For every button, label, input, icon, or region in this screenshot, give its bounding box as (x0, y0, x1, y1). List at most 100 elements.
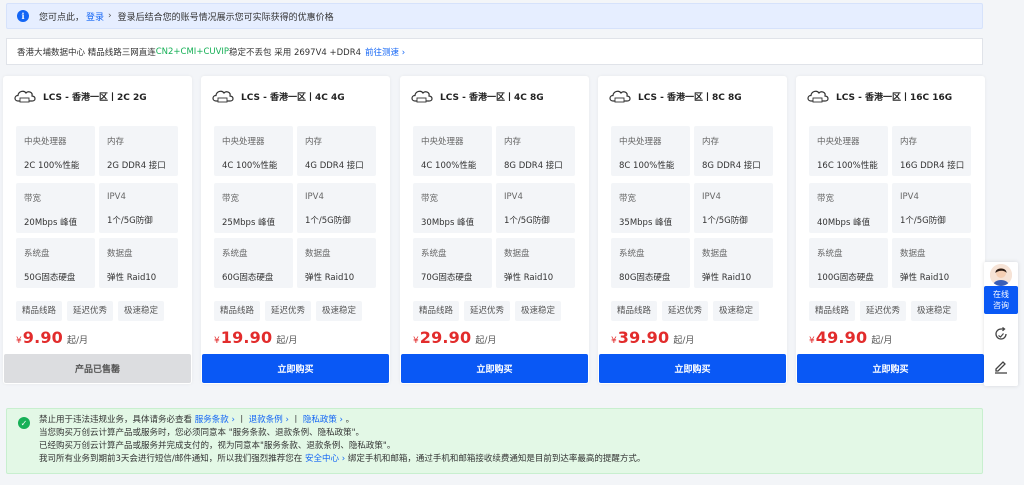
buy-now-button[interactable]: 立即购买 (797, 354, 984, 383)
card-header: LCS - 香港一区丨2C 2G (3, 76, 192, 116)
feature-tag: 精品线路 (214, 301, 261, 321)
spec-mem: 内存 16G DDR4 接口 (892, 126, 971, 176)
feature-tag: 极速稳定 (316, 301, 363, 321)
spec-label: 中央处理器 (817, 137, 860, 147)
login-link[interactable]: 登录 (86, 10, 104, 23)
divider: 丨 (237, 415, 247, 425)
datacenter-text-post: 稳定不丢包 采用 2697V4 +DDR4 (229, 47, 362, 58)
support-avatar[interactable] (990, 264, 1012, 286)
spec-value: 60G固态硬盘 (222, 273, 274, 283)
price-value: 39.90 (617, 328, 670, 347)
spec-value: 16G DDR4 接口 (900, 161, 965, 171)
price-unit: 起/月 (673, 336, 695, 346)
spec-label: 中央处理器 (421, 137, 464, 147)
spec-cpu: 中央处理器 4C 100%性能 (214, 126, 293, 176)
price-unit: 起/月 (67, 336, 89, 346)
chevron-right-icon: › (231, 415, 235, 425)
login-notice: i 您可点此， 登录 › 登录后结合您的账号情况展示您可实际获得的优惠价格 (6, 3, 983, 29)
spec-data: 数据盘 弹性 Raid10 (892, 238, 971, 288)
spec-ip: IPV4 1个/5G防御 (99, 183, 178, 233)
spec-label: 数据盘 (305, 249, 331, 259)
security-center-link[interactable]: 安全中心 › (305, 454, 345, 464)
feature-tag: 精品线路 (413, 301, 460, 321)
spec-bw: 带宽 35Mbps 峰值 (611, 183, 690, 233)
price-value: 9.90 (22, 328, 64, 347)
online-consult-button[interactable]: 在线 咨询 (984, 286, 1018, 314)
terms-punct: 。 (345, 415, 355, 425)
spec-value: 1个/5G防御 (107, 216, 153, 226)
spec-sys: 系统盘 70G固态硬盘 (413, 238, 492, 288)
info-icon: i (17, 10, 29, 22)
terms-label[interactable]: 服务条款 (195, 415, 229, 425)
product-title: LCS - 香港一区丨4C 8G (440, 92, 544, 103)
spec-cpu: 中央处理器 16C 100%性能 (809, 126, 888, 176)
spec-label: 内存 (107, 137, 125, 147)
chat-label-2[interactable]: 咨询 (984, 300, 1018, 311)
spec-label: IPV4 (305, 192, 324, 202)
terms-line-4: 我司所有业务到期前3天会进行短信/邮件通知，所以我们强烈推荐您在 安全中心 › … (39, 453, 982, 466)
spec-value: 8G DDR4 接口 (504, 161, 563, 171)
spec-label: 带宽 (222, 194, 240, 204)
speed-test-link[interactable]: 前往测速 › (365, 46, 405, 58)
spec-value: 2G DDR4 接口 (107, 161, 166, 171)
spec-label: 中央处理器 (24, 137, 67, 147)
card-header: LCS - 香港一区丨8C 8G (598, 76, 787, 116)
spec-ip: IPV4 1个/5G防御 (297, 183, 376, 233)
speed-test-label[interactable]: 前往测速 (365, 48, 399, 58)
edit-icon[interactable] (993, 358, 1009, 374)
feature-tags: 精品线路 延迟优秀 极速稳定 (16, 301, 165, 321)
notify-text: 我司所有业务到期前3天会进行短信/邮件通知，所以我们强烈推荐您在 (39, 454, 303, 464)
card-header: LCS - 香港一区丨4C 4G (201, 76, 390, 116)
cloud-server-icon (411, 90, 433, 103)
spec-data: 数据盘 弹性 Raid10 (297, 238, 376, 288)
cloud-server-icon (14, 90, 36, 103)
spec-ip: IPV4 1个/5G防御 (892, 183, 971, 233)
chevron-right-icon: › (285, 415, 289, 425)
security-label[interactable]: 安全中心 (305, 454, 339, 464)
currency: ¥ (809, 336, 815, 346)
spec-value: 弹性 Raid10 (702, 273, 752, 283)
spec-cpu: 中央处理器 8C 100%性能 (611, 126, 690, 176)
spec-label: 系统盘 (817, 249, 843, 259)
spec-bw: 带宽 25Mbps 峰值 (214, 183, 293, 233)
refund-label[interactable]: 退款条例 (249, 415, 283, 425)
spec-data: 数据盘 弹性 Raid10 (99, 238, 178, 288)
notice-text-1: 您可点此， (39, 12, 85, 23)
privacy-label[interactable]: 隐私政策 (303, 415, 337, 425)
spec-value: 弹性 Raid10 (900, 273, 950, 283)
privacy-policy-link[interactable]: 隐私政策 › (303, 415, 343, 425)
buy-now-button[interactable]: 立即购买 (599, 354, 786, 383)
refund-policy-link[interactable]: 退款条例 › (249, 415, 289, 425)
feature-tag: 精品线路 (611, 301, 658, 321)
feature-tag: 延迟优秀 (662, 301, 709, 321)
refresh-icon[interactable] (993, 326, 1009, 342)
chevron-right-icon: › (341, 454, 346, 464)
spec-bw: 带宽 20Mbps 峰值 (16, 183, 95, 233)
notice-text-2: 登录后结合您的账号情况展示您可实际获得的优惠价格 (117, 12, 334, 23)
notify-text-post: 绑定手机和邮箱，通过手机和邮箱接收续费通知是目前到达率最高的提醒方式。 (347, 454, 646, 464)
terms-of-service-link[interactable]: 服务条款 › (195, 415, 235, 425)
spec-bw: 带宽 30Mbps 峰值 (413, 183, 492, 233)
spec-value: 1个/5G防御 (900, 216, 946, 226)
spec-label: 内存 (305, 137, 323, 147)
spec-label: 系统盘 (421, 249, 447, 259)
chat-label-1[interactable]: 在线 (984, 289, 1018, 300)
cloud-server-icon (807, 90, 829, 103)
spec-value: 4G DDR4 接口 (305, 161, 364, 171)
spec-label: 带宽 (421, 194, 439, 204)
buy-now-button[interactable]: 立即购买 (202, 354, 389, 383)
spec-value: 1个/5G防御 (305, 216, 351, 226)
terms-line-2: 当您购买万创云计算产品或服务时，您必须同意本 "服务条款、退款条例、隐私政策"。 (39, 428, 365, 438)
currency: ¥ (611, 336, 617, 346)
cloud-server-icon (212, 90, 234, 103)
spec-label: IPV4 (900, 192, 919, 202)
spec-value: 8G DDR4 接口 (702, 161, 761, 171)
spec-label: 数据盘 (900, 249, 926, 259)
chevron-right-icon: › (108, 11, 112, 21)
price: ¥ 9.90 起/月 (16, 328, 88, 347)
buy-now-button[interactable]: 立即购买 (401, 354, 588, 383)
sold-out-button[interactable]: 产品已售罄 (4, 354, 191, 383)
price: ¥ 39.90 起/月 (611, 328, 694, 347)
spec-value: 16C 100%性能 (817, 161, 878, 171)
spec-label: 系统盘 (619, 249, 645, 259)
